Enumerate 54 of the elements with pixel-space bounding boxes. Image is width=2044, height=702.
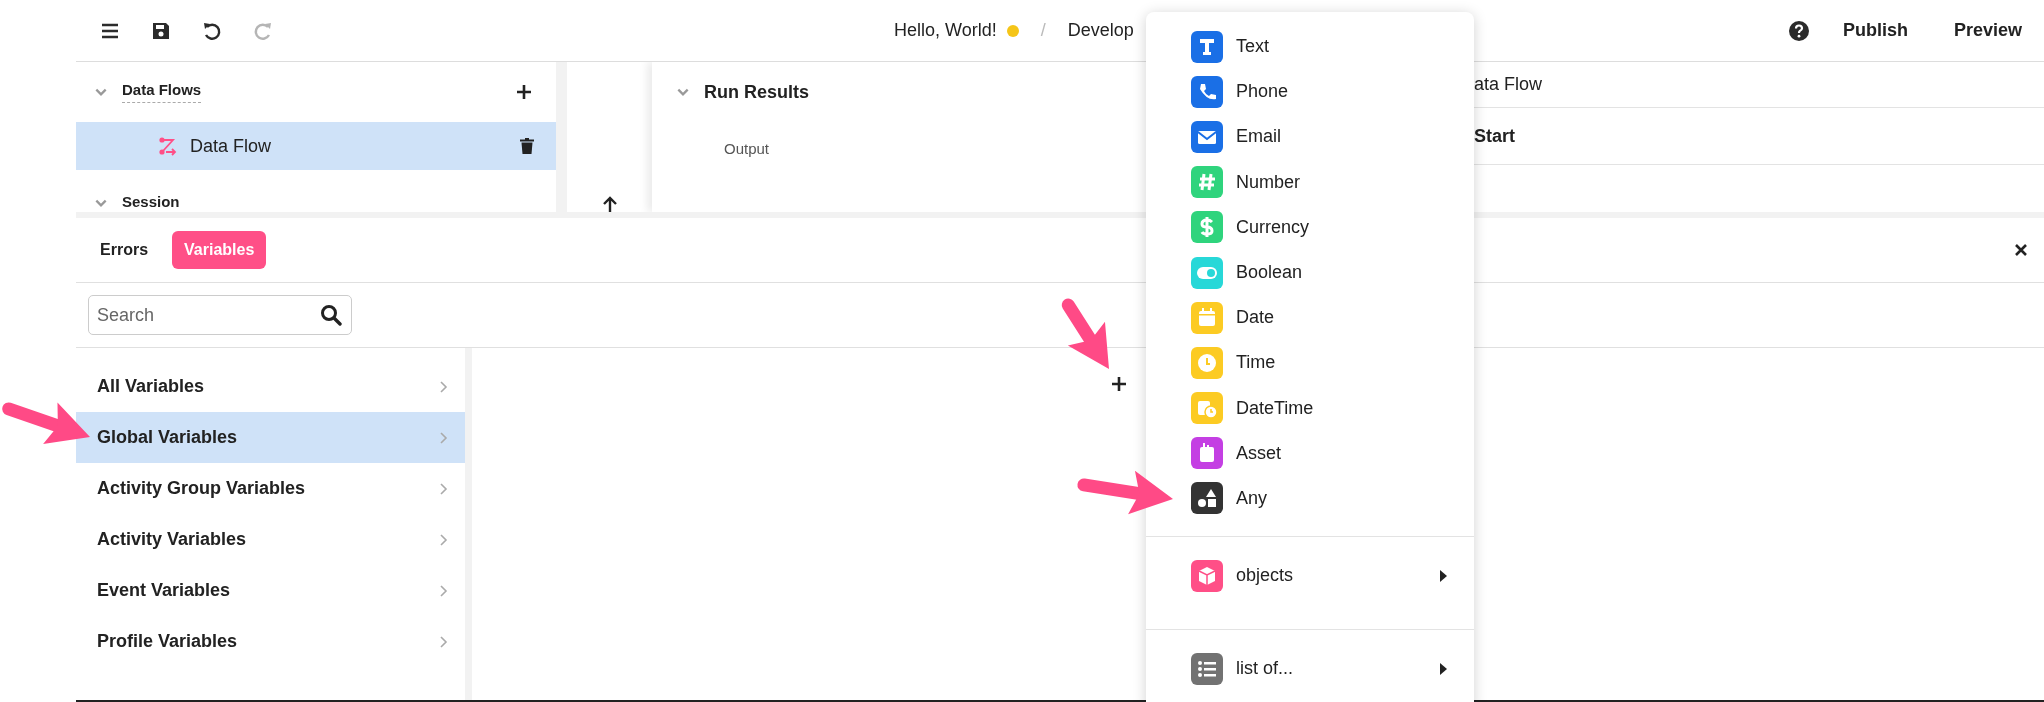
category-item[interactable]: Activity Variables [97, 529, 247, 550]
chevron-icon [439, 532, 449, 547]
menu-item[interactable]: Number [1236, 171, 1301, 193]
menu-item[interactable]: list of... [1236, 658, 1293, 680]
submenu-caret-icon [1438, 661, 1448, 676]
chevron-icon [439, 430, 449, 445]
breadcrumb-link[interactable]: Develop [1067, 20, 1134, 41]
panel-title: Run Results [704, 81, 809, 103]
trash-icon[interactable] [520, 138, 534, 154]
tree-item[interactable]: Data Flow [76, 122, 556, 170]
toolbar-action[interactable]: Preview [1941, 12, 2034, 49]
category-item[interactable]: Activity Group Variables [97, 478, 306, 499]
search-field[interactable]: Search [88, 295, 352, 335]
undo-icon[interactable] [202, 20, 222, 41]
save-icon[interactable] [151, 20, 171, 41]
output-label: Output [724, 140, 770, 157]
chevron-icon [439, 583, 449, 598]
menu-item[interactable]: Boolean [1236, 262, 1303, 284]
up-arrow-icon[interactable] [601, 196, 618, 212]
category-item[interactable]: Event Variables [97, 580, 231, 601]
menu-item[interactable]: Email [1236, 126, 1281, 148]
menu-item[interactable]: Currency [1236, 216, 1310, 238]
chevron-icon [439, 379, 449, 394]
category-item[interactable]: Global Variables [97, 427, 238, 448]
menu-item[interactable]: Date [1236, 307, 1275, 329]
chevron-icon [439, 481, 449, 496]
panel-title: ata Flow [1474, 74, 1543, 95]
annotation-arrow [1061, 298, 1109, 369]
node-title: Start [1474, 125, 1515, 147]
menu-item[interactable]: Asset [1236, 442, 1282, 464]
category-item[interactable]: Profile Variables [97, 631, 238, 652]
section-title[interactable]: Session [122, 193, 180, 210]
tab[interactable]: Errors [88, 231, 161, 269]
flow-icon [158, 136, 178, 156]
menu-item[interactable]: Any [1236, 487, 1268, 509]
chevron-icon [439, 634, 449, 649]
section-title[interactable]: Data Flows [122, 81, 202, 103]
category-item[interactable]: All Variables [97, 376, 205, 397]
menu-item[interactable]: DateTime [1236, 397, 1314, 419]
tree-item-label: Data Flow [190, 135, 272, 157]
menu-item[interactable]: Text [1236, 36, 1269, 58]
menu-item[interactable]: Phone [1236, 81, 1289, 103]
breadcrumb-separator: / [1040, 20, 1046, 41]
menu-item[interactable]: Time [1236, 352, 1276, 374]
project-title[interactable]: Hello, World! [894, 20, 997, 41]
add-icon[interactable] [516, 84, 532, 100]
help-icon[interactable] [1788, 20, 1809, 41]
close-icon[interactable] [2014, 243, 2028, 257]
menu-item[interactable]: objects [1236, 565, 1294, 587]
search-icon[interactable] [320, 304, 342, 326]
toolbar-action[interactable]: Publish [1830, 12, 1920, 49]
submenu-caret-icon [1438, 568, 1448, 583]
add-icon[interactable] [1111, 376, 1127, 392]
status-dot [1006, 24, 1019, 37]
